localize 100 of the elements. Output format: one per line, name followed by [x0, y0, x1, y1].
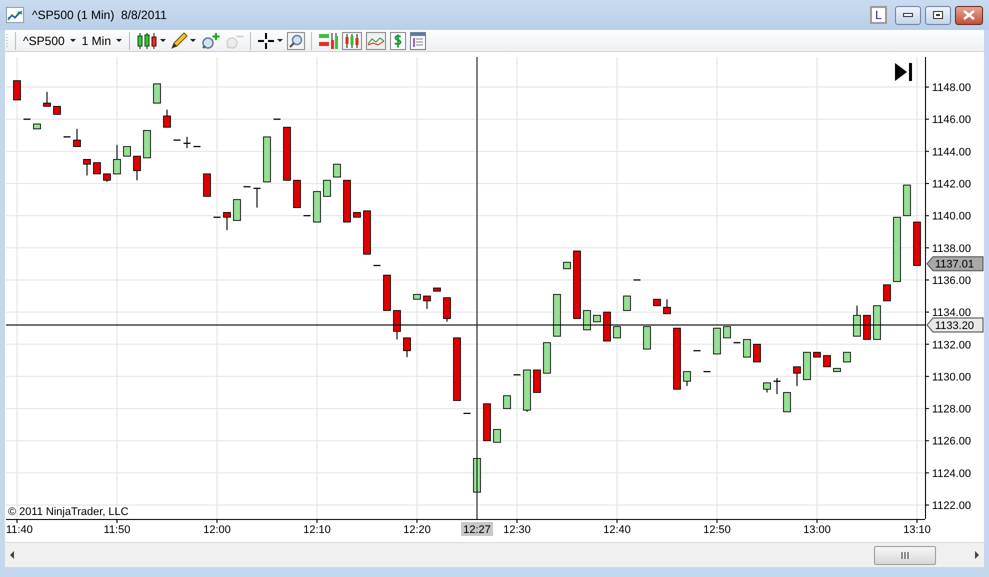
- pencil-button[interactable]: [168, 32, 198, 50]
- candlestick: [883, 284, 891, 302]
- indicators-button[interactable]: [316, 32, 340, 50]
- price-label: 1130.00: [932, 371, 971, 384]
- candlestick: [763, 382, 771, 393]
- candlestick: [184, 136, 190, 149]
- candlestick: [803, 352, 811, 380]
- price-label: 1136.00: [932, 274, 971, 287]
- candlestick: [694, 350, 700, 352]
- candlestick: [563, 262, 571, 270]
- candlestick: [174, 140, 180, 141]
- candlestick: [593, 314, 601, 322]
- line-chart-button[interactable]: [364, 32, 388, 50]
- candlestick: [133, 156, 141, 181]
- close-icon: [963, 10, 975, 20]
- minimize-button[interactable]: [895, 6, 921, 24]
- candlestick: [433, 288, 441, 292]
- candlestick: [893, 216, 901, 282]
- candlestick: [683, 371, 691, 387]
- crosshair-button[interactable]: [255, 32, 286, 50]
- scrollbar-thumb[interactable]: [874, 546, 936, 564]
- dollar-icon[interactable]: [388, 32, 408, 50]
- instrument-dropdown[interactable]: ^SP500: [20, 32, 79, 50]
- candlestick: [53, 106, 61, 115]
- candlestick: [634, 279, 640, 281]
- candlestick: [403, 337, 411, 358]
- time-label: 12:40: [603, 524, 631, 536]
- candlestick: [663, 298, 671, 314]
- maximize-button[interactable]: [925, 6, 951, 24]
- properties-button[interactable]: [408, 32, 428, 50]
- time-label: 12:10: [303, 524, 331, 536]
- candlestick: [73, 128, 81, 147]
- candlestick: [774, 378, 780, 395]
- candlestick: [443, 297, 451, 322]
- chart-icon: [6, 7, 24, 23]
- candlestick: [653, 298, 661, 306]
- candlestick: [603, 312, 611, 342]
- candlestick: [623, 296, 631, 311]
- time-label: 12:00: [203, 524, 231, 536]
- candlestick: [413, 294, 421, 300]
- caret-icon: [190, 39, 196, 42]
- candlestick: [723, 326, 731, 338]
- time-label: 12:30: [503, 524, 531, 536]
- price-label: 1144.00: [932, 146, 971, 158]
- interval-dropdown[interactable]: 1 Min: [78, 32, 126, 50]
- candlestick: [323, 180, 331, 197]
- candlestick: [163, 109, 171, 128]
- zoom-box-button[interactable]: [285, 32, 308, 50]
- close-button[interactable]: [955, 6, 983, 24]
- crosshair-price-tag: 1133.20: [926, 317, 984, 332]
- crosshair-time-tag: 12:27: [461, 522, 493, 536]
- candlestick: [393, 310, 401, 340]
- candlestick: [793, 366, 801, 387]
- candlestick: [753, 344, 761, 362]
- caret-icon: [70, 39, 76, 42]
- minimize-icon: [903, 13, 913, 17]
- copyright-text: © 2011 NinjaTrader, LLC: [8, 506, 129, 518]
- scroll-left-icon[interactable]: [9, 551, 15, 559]
- time-label: 12:20: [403, 524, 431, 536]
- candlestick: [903, 184, 911, 216]
- candlestick: [704, 370, 710, 372]
- maximize-icon: [933, 11, 943, 19]
- price-label: 1148.00: [932, 82, 971, 94]
- candlestick: [813, 352, 821, 358]
- price-label: 1134.00: [932, 307, 971, 320]
- candlestick: [573, 250, 581, 319]
- strategies-button[interactable]: [340, 32, 364, 50]
- caret-icon: [160, 39, 166, 42]
- candlestick: [93, 162, 101, 174]
- time-label: 11:50: [104, 524, 130, 536]
- candlestick: [464, 412, 470, 414]
- candlestick: [194, 146, 200, 148]
- candlestick: [823, 355, 831, 368]
- price-label: 1138.00: [932, 242, 971, 255]
- candlestick: [333, 164, 341, 178]
- candlestick: [613, 326, 621, 338]
- candlestick: [873, 305, 881, 340]
- candlestick: [673, 328, 681, 390]
- candlestick: [643, 326, 651, 350]
- candlestick: [254, 188, 260, 208]
- time-label: 13:10: [903, 524, 931, 536]
- candlestick: [274, 118, 280, 120]
- price-label: 1128.00: [932, 404, 971, 416]
- candlestick: [913, 222, 921, 266]
- candlestick: [483, 403, 491, 442]
- candlestick: [863, 314, 871, 340]
- candlestick: [64, 136, 70, 138]
- layout-button[interactable]: L: [870, 6, 887, 24]
- candlestick: [453, 337, 461, 401]
- candlestick: [214, 216, 220, 218]
- candlestick: [783, 392, 791, 412]
- candlestick: [833, 368, 841, 372]
- scroll-right-icon[interactable]: [974, 551, 980, 559]
- candlestick: [113, 144, 121, 174]
- candlestick: [143, 130, 151, 158]
- skip-to-end-icon[interactable]: [895, 63, 912, 81]
- caret-icon: [277, 39, 284, 42]
- window-title: ^SP500 (1 Min) 8/8/2011: [32, 7, 167, 24]
- time-label: 12:50: [703, 524, 731, 536]
- candlestick: [583, 310, 591, 330]
